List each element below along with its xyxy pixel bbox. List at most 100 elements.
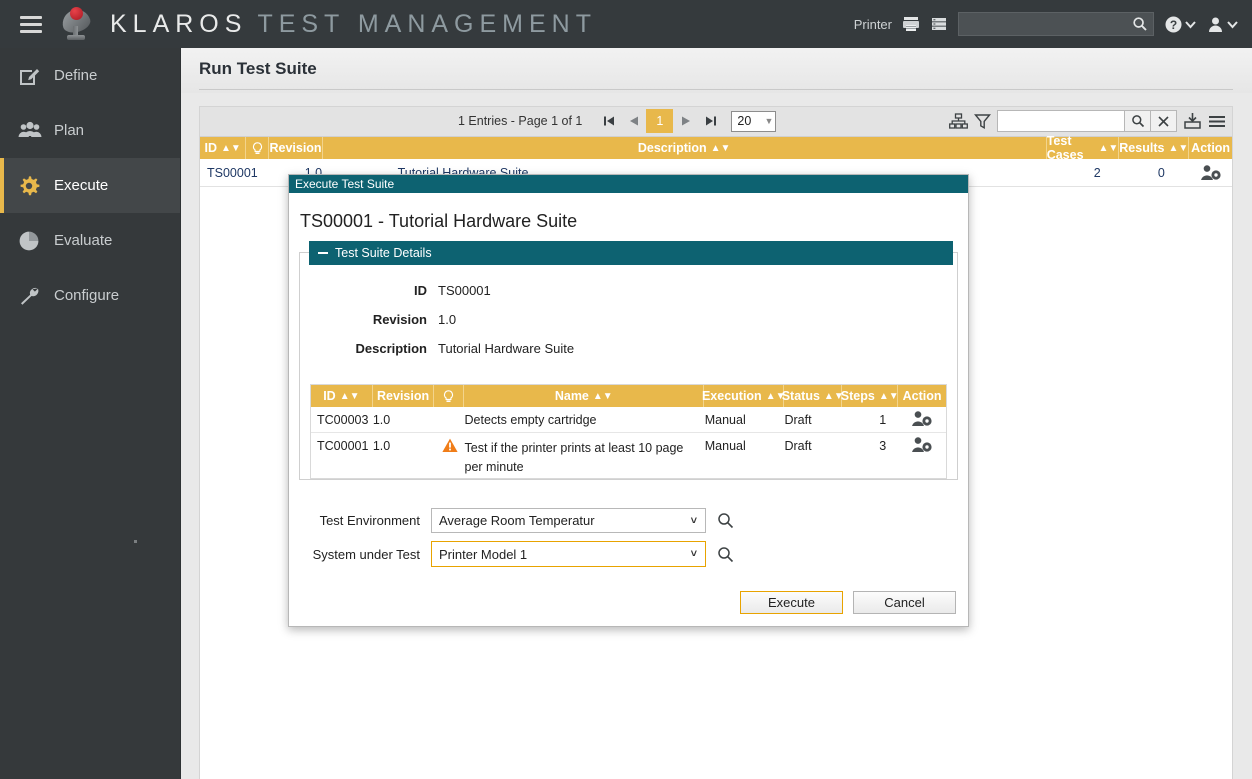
column-header-steps[interactable]: Steps ▲▼: [841, 385, 899, 407]
page-number-1[interactable]: 1: [646, 109, 674, 133]
column-header-revision[interactable]: Revision: [269, 137, 323, 159]
global-search-input[interactable]: [958, 12, 1154, 36]
warning-triangle-icon: [441, 438, 458, 452]
funnel-filter-icon[interactable]: [974, 113, 991, 130]
table-filter-input[interactable]: [997, 110, 1125, 132]
cell-execution: Manual: [704, 413, 746, 427]
klaros-logo-icon: [56, 4, 96, 44]
execute-button[interactable]: Execute: [740, 591, 843, 614]
cell-steps: 3: [879, 439, 887, 453]
column-header-results[interactable]: Results ▲▼: [1119, 137, 1190, 159]
sidebar-item-define[interactable]: Define: [0, 48, 180, 103]
sidebar-item-label: Execute: [54, 177, 109, 194]
detail-row-id: ID TS00001: [300, 283, 957, 298]
project-context-label: Printer: [853, 16, 892, 32]
page-size-select[interactable]: 20 ▼: [731, 110, 777, 132]
column-label: Revision: [377, 389, 430, 403]
last-page-button[interactable]: [698, 109, 723, 133]
column-header-action: Action: [898, 385, 946, 407]
pie-chart-icon: [18, 230, 54, 252]
server-stack-icon[interactable]: [930, 15, 948, 33]
column-header-id[interactable]: ID ▲▼: [200, 137, 247, 159]
cell-name: Test if the printer prints at least 10 p…: [464, 441, 684, 474]
brand-secondary: TEST MANAGEMENT: [257, 9, 597, 38]
column-header-id[interactable]: ID ▲▼: [311, 385, 373, 407]
hamburger-menu-icon[interactable]: [8, 15, 54, 33]
table-row[interactable]: TC00003 1.0 Detects empty cartridge Manu…: [311, 407, 946, 433]
cell-execution: Manual: [704, 439, 746, 453]
cell-revision: 1.0: [372, 413, 391, 427]
table-row[interactable]: TC00001 1.0 Test if the printer prints a…: [311, 433, 946, 478]
page-size-value: 20: [737, 114, 752, 128]
test-environment-select[interactable]: Average Room Temperatur ˅: [431, 508, 706, 533]
column-label: Results: [1119, 141, 1165, 155]
sidebar-decorative-dot: [134, 540, 137, 543]
cell-action[interactable]: [898, 407, 946, 433]
detail-key: ID: [414, 283, 427, 298]
clear-x-icon[interactable]: [1150, 110, 1177, 132]
column-header-execution[interactable]: Execution ▲▼: [701, 385, 786, 407]
column-header-name[interactable]: Name ▲▼: [464, 385, 705, 407]
table-search-button[interactable]: [1124, 110, 1151, 132]
test-environment-lookup-icon[interactable]: [717, 512, 734, 529]
test-environment-label: Test Environment: [319, 513, 420, 528]
system-under-test-lookup-icon[interactable]: [717, 546, 734, 563]
column-header-bulb: [246, 137, 270, 159]
column-header-description[interactable]: Description ▲▼: [323, 137, 1047, 159]
cell-name: Detects empty cartridge: [464, 413, 597, 427]
dialog-button-row: Execute Cancel: [289, 591, 956, 614]
sort-icon: ▲▼: [592, 390, 613, 402]
table-toolbar: 1 Entries - Page 1 of 1 1 20 ▼: [200, 107, 1232, 137]
form-row-test-environment: Test Environment Average Room Temperatur…: [299, 508, 968, 533]
next-page-button[interactable]: [673, 109, 698, 133]
pencil-square-icon: [18, 65, 54, 87]
chevron-down-icon: ▼: [764, 116, 774, 126]
system-under-test-value: Printer Model 1: [439, 546, 528, 562]
chevron-down-icon: [1185, 20, 1196, 28]
minus-collapse-icon[interactable]: [318, 252, 328, 254]
previous-page-button[interactable]: [621, 109, 646, 133]
sort-icon: ▲▼: [220, 142, 241, 154]
column-label: ID: [323, 389, 336, 403]
sidebar-item-evaluate[interactable]: Evaluate: [0, 213, 180, 268]
first-page-button[interactable]: [596, 109, 621, 133]
detail-row-description: Description Tutorial Hardware Suite: [300, 341, 957, 356]
section-title-label: Test Suite Details: [335, 246, 432, 260]
section-header[interactable]: Test Suite Details: [309, 241, 953, 265]
dialog-title-label: Execute Test Suite: [295, 177, 395, 191]
user-gear-icon: [912, 411, 932, 426]
column-label: Status: [781, 389, 820, 403]
system-under-test-select[interactable]: Printer Model 1 ˅: [431, 541, 706, 567]
user-menu-button[interactable]: [1206, 15, 1238, 34]
column-header-test-cases[interactable]: Test Cases ▲▼: [1047, 134, 1120, 162]
page-header: Run Test Suite: [181, 48, 1252, 93]
export-download-icon[interactable]: [1183, 112, 1202, 130]
sidebar-item-configure[interactable]: Configure: [0, 268, 180, 323]
column-label: Execution: [701, 389, 762, 403]
list-menu-icon[interactable]: [1208, 114, 1226, 129]
cell-action[interactable]: [898, 433, 946, 478]
column-label: Action: [902, 389, 942, 403]
column-label: Revision: [269, 141, 322, 155]
printer-icon[interactable]: [902, 15, 920, 33]
wrench-icon: [18, 285, 54, 307]
search-icon[interactable]: [1132, 16, 1148, 37]
svg-text:?: ?: [1170, 18, 1177, 32]
people-icon: [18, 120, 54, 142]
test-suite-details-section: Test Suite Details ID TS00001 Revision 1…: [299, 241, 958, 480]
column-header-status[interactable]: Status ▲▼: [781, 385, 844, 407]
details-key-values: ID TS00001 Revision 1.0 Description Tuto…: [300, 253, 957, 380]
user-icon: [1209, 17, 1222, 32]
column-header-revision[interactable]: Revision: [373, 385, 435, 407]
help-icon: ?: [1165, 16, 1182, 32]
help-menu-button[interactable]: ?: [1164, 15, 1196, 34]
chevron-down-icon: ˅: [690, 548, 697, 560]
tree-view-icon[interactable]: [949, 112, 968, 130]
sidebar-item-plan[interactable]: Plan: [0, 103, 180, 158]
cell-action[interactable]: [1190, 159, 1232, 187]
sidebar-item-execute[interactable]: Execute: [0, 158, 180, 213]
column-label: Description: [637, 141, 707, 155]
cancel-button[interactable]: Cancel: [853, 591, 956, 614]
lightbulb-icon: [444, 389, 454, 402]
column-label: ID: [204, 141, 217, 155]
